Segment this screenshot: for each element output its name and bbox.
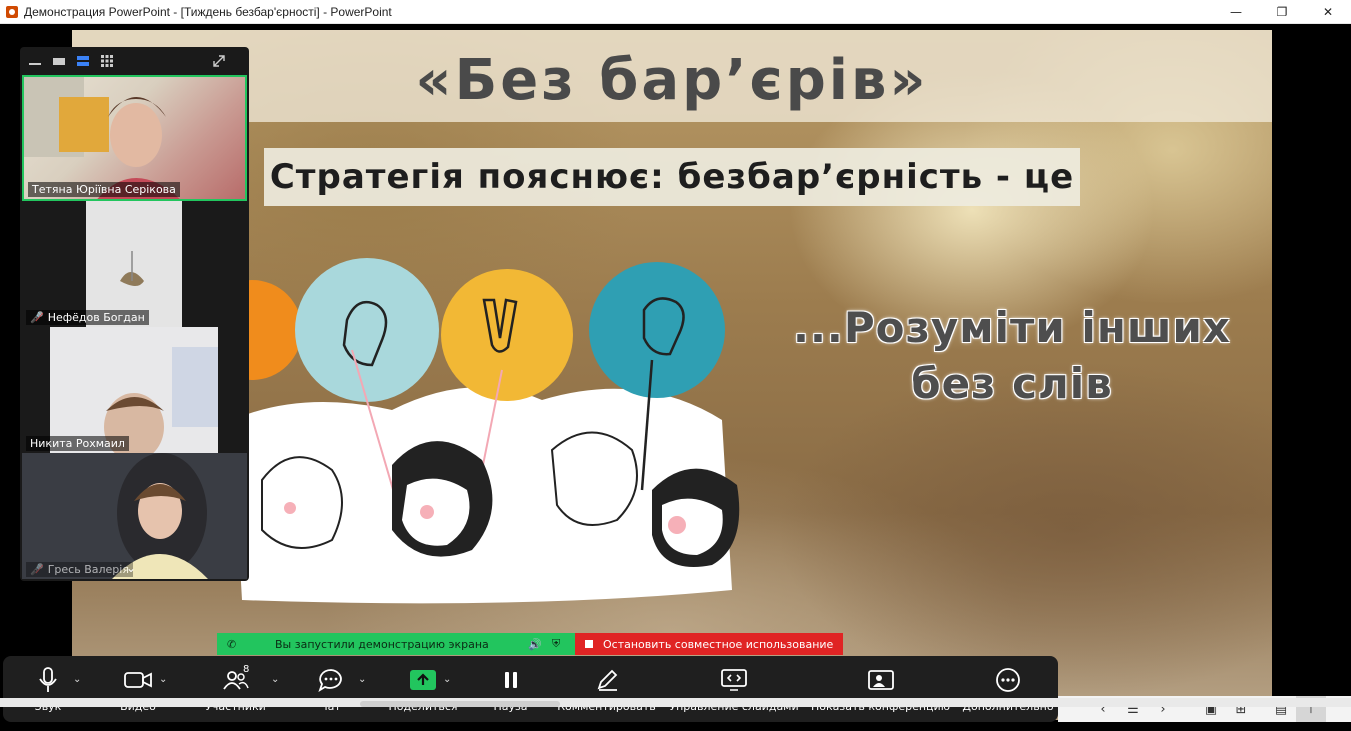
quote-line-2: без слів bbox=[911, 359, 1113, 408]
stop-share-label: Остановить совместное использование bbox=[603, 637, 834, 651]
more-options-icon bbox=[996, 667, 1020, 692]
slide: «Без бар’єрів» Стратегія пояснює: безбар… bbox=[72, 30, 1272, 720]
strategy-text: Стратегія пояснює: безбар’єрність - це bbox=[269, 157, 1075, 197]
close-button[interactable]: ✕ bbox=[1305, 0, 1351, 24]
scrollbar-thumb[interactable] bbox=[360, 701, 560, 707]
video-camera-icon bbox=[124, 671, 152, 688]
shield-icon: ⛨ bbox=[552, 637, 561, 650]
participant-name: Никита Рохмаил bbox=[26, 436, 129, 451]
participant-tile[interactable]: 🎤̸ Нефёдов Богдан bbox=[22, 201, 247, 327]
scroll-down-icon[interactable]: ⌄ bbox=[126, 561, 136, 575]
window-titlebar: Демонстрация PowerPoint - [Тиждень безба… bbox=[0, 0, 1351, 24]
window-controls: — ❐ ✕ bbox=[1213, 0, 1351, 24]
speaker-icon: 🔊 bbox=[528, 637, 542, 651]
phone-icon: ✆ bbox=[227, 637, 237, 651]
slide-control-icon bbox=[721, 668, 747, 691]
meeting-toolbar: Звук ⌄ Видео ⌄ 8 Участники ⌄ Чат ⌄ Подел… bbox=[3, 656, 1058, 722]
minimize-panel-icon[interactable] bbox=[28, 56, 42, 66]
participant-video bbox=[50, 327, 218, 453]
panel-view-controls bbox=[20, 47, 249, 75]
slide-title: «Без бар’єрів» bbox=[415, 48, 929, 113]
expand-icon[interactable] bbox=[212, 55, 226, 67]
share-status-text: Вы запустили демонстрацию экрана bbox=[275, 637, 489, 651]
pencil-icon bbox=[597, 669, 617, 691]
people-illustration bbox=[222, 258, 740, 604]
presentation-stage: «Без бар’єрів» Стратегія пояснює: безбар… bbox=[0, 24, 1351, 731]
microphone-icon bbox=[39, 666, 57, 692]
participant-name: Нефёдов Богдан bbox=[47, 311, 145, 324]
participant-tile[interactable]: Тетяна Юріївна Серікова bbox=[22, 75, 247, 201]
mic-muted-icon: 🎤̸ bbox=[30, 563, 44, 576]
share-options-chevron-icon[interactable]: ⌄ bbox=[443, 674, 451, 685]
participant-name-label: 🎤̸ Гресь Валерія bbox=[26, 562, 133, 577]
share-status: ✆ Вы запустили демонстрацию экрана 🔊 ⛨ bbox=[217, 633, 575, 655]
annotate-button[interactable]: Комментировать bbox=[548, 656, 665, 722]
participant-name: Тетяна Юріївна Серікова bbox=[28, 182, 180, 197]
participant-name: Гресь Валерія bbox=[47, 563, 129, 576]
slide-control-button[interactable]: Управление слайдами bbox=[665, 656, 803, 722]
share-screen-button[interactable]: Поделиться ⌄ bbox=[373, 656, 473, 722]
chat-icon bbox=[317, 668, 342, 692]
bottom-strip bbox=[0, 698, 1351, 707]
participants-panel: Тетяна Юріївна Серікова 🎤̸ Нефёдов Богдан… bbox=[20, 47, 249, 581]
quote-line-1: ...Розуміти інших bbox=[793, 303, 1231, 352]
speaker-view-icon[interactable] bbox=[52, 56, 66, 66]
pause-icon bbox=[504, 671, 517, 688]
participant-video bbox=[86, 201, 182, 327]
audio-button[interactable]: Звук ⌄ bbox=[3, 656, 93, 722]
share-banner: ✆ Вы запустили демонстрацию экрана 🔊 ⛨ О… bbox=[217, 633, 843, 655]
participants-count-badge: 8 bbox=[243, 664, 250, 675]
strip-view-icon[interactable] bbox=[76, 56, 90, 66]
minimize-button[interactable]: — bbox=[1213, 0, 1259, 24]
participant-tile[interactable]: Никита Рохмаил bbox=[22, 327, 247, 453]
stop-icon bbox=[585, 640, 593, 648]
chat-options-chevron-icon[interactable]: ⌄ bbox=[358, 674, 366, 685]
participants-options-chevron-icon[interactable]: ⌄ bbox=[271, 674, 279, 685]
chat-button[interactable]: Чат ⌄ bbox=[288, 656, 373, 722]
participants-button[interactable]: 8 Участники ⌄ bbox=[183, 656, 288, 722]
participant-name-label: 🎤̸ Нефёдов Богдан bbox=[26, 310, 149, 325]
show-meeting-icon bbox=[867, 669, 894, 690]
participant-tile[interactable]: 🎤̸ Гресь Валерія ⌄ bbox=[22, 453, 247, 579]
stop-share-button[interactable]: Остановить совместное использование bbox=[575, 633, 843, 655]
more-button[interactable]: Дополнительно bbox=[958, 656, 1058, 722]
video-options-chevron-icon[interactable]: ⌄ bbox=[159, 674, 167, 685]
audio-options-chevron-icon[interactable]: ⌄ bbox=[73, 674, 81, 685]
powerpoint-icon bbox=[6, 5, 18, 18]
mic-muted-icon: 🎤̸ bbox=[30, 311, 44, 324]
share-screen-icon bbox=[410, 669, 436, 690]
slide-quote: ...Розуміти інших без слів bbox=[772, 300, 1252, 412]
window-title: Демонстрация PowerPoint - [Тиждень безба… bbox=[24, 4, 392, 19]
show-meeting-button[interactable]: Показать конференцию bbox=[803, 656, 958, 722]
video-button[interactable]: Видео ⌄ bbox=[93, 656, 183, 722]
maximize-button[interactable]: ❐ bbox=[1259, 0, 1305, 24]
pause-share-button[interactable]: Пауза bbox=[473, 656, 548, 722]
strategy-box: Стратегія пояснює: безбар’єрність - це bbox=[264, 148, 1080, 206]
gallery-view-icon[interactable] bbox=[100, 55, 114, 67]
